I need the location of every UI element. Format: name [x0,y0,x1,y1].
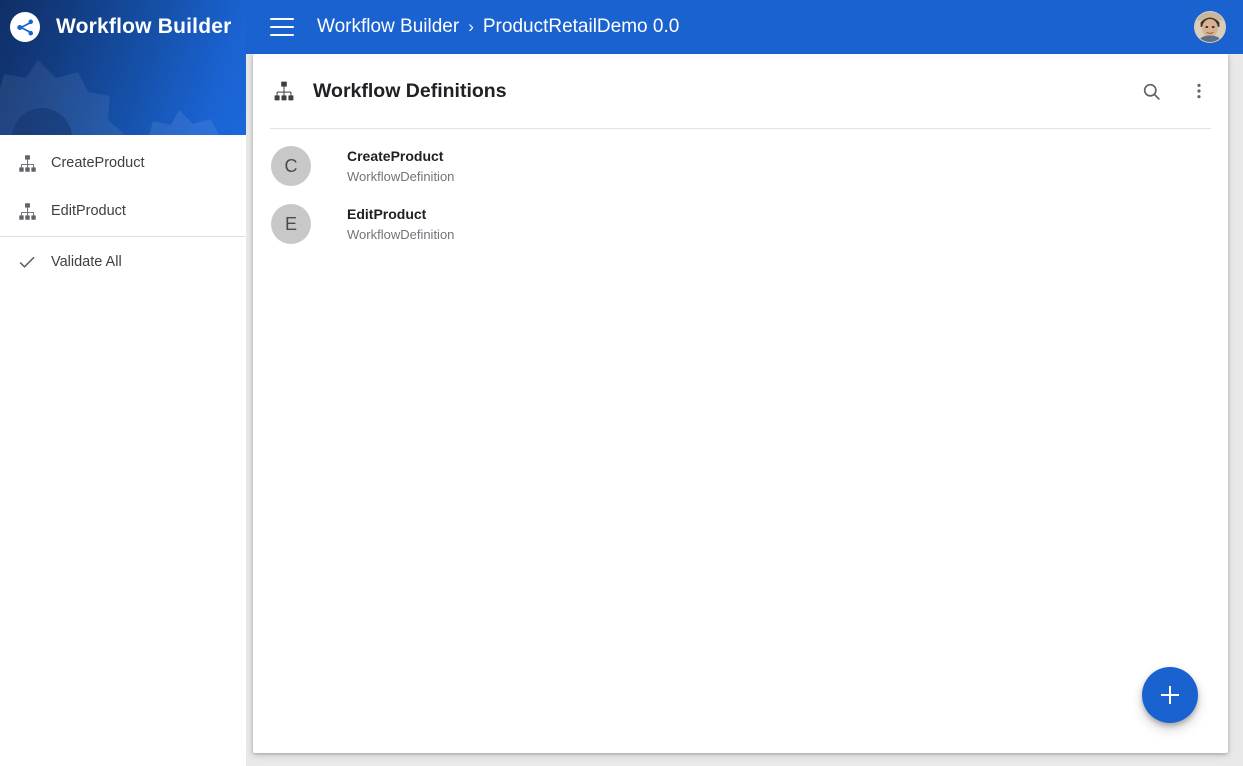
breadcrumb-current[interactable]: ProductRetailDemo 0.0 [483,16,679,38]
sidebar-item-editproduct[interactable]: EditProduct [0,187,246,235]
sidebar-item-label: CreateProduct [51,155,145,171]
content-area: Workflow Definitions [246,54,1243,766]
share-network-icon [15,17,36,38]
account-tree-icon [15,151,39,175]
breadcrumb-separator-icon: › [468,17,474,37]
avatar[interactable] [1194,11,1226,43]
check-icon [15,250,39,274]
sidebar-item-createproduct[interactable]: CreateProduct [0,139,246,187]
plus-icon [1160,685,1180,705]
sidebar-item-validate-all[interactable]: Validate All [0,238,246,286]
workflow-definitions-card: Workflow Definitions [253,54,1228,753]
list-item-text: EditProduct WorkflowDefinition [347,205,454,244]
more-vert-icon [1189,81,1209,101]
sidebar-header: Workflow Builder [0,0,246,135]
add-workflow-fab[interactable] [1142,667,1198,723]
card-actions [1139,79,1211,103]
brand-logo [10,12,40,42]
list-item-primary: CreateProduct [347,147,454,166]
sidebar-item-label: Validate All [51,254,122,270]
search-button[interactable] [1139,79,1163,103]
sidebar-item-label: EditProduct [51,203,126,219]
more-options-button[interactable] [1187,79,1211,103]
sidebar-divider [0,236,246,237]
list-item-secondary: WorkflowDefinition [347,167,454,186]
cog-decoration-secondary-icon [104,96,246,135]
list-item-text: CreateProduct WorkflowDefinition [347,147,454,186]
avatar: C [271,146,311,186]
list-item[interactable]: C CreateProduct WorkflowDefinition [253,137,1228,195]
workflow-definitions-list: C CreateProduct WorkflowDefinition E Edi… [253,129,1228,253]
avatar: E [271,204,311,244]
sidebar: Workflow Builder [0,0,246,766]
list-item-secondary: WorkflowDefinition [347,225,454,244]
brand[interactable]: Workflow Builder [0,0,232,54]
app-root: Workflow Builder [0,0,1243,766]
page-title: Workflow Definitions [313,80,507,103]
hamburger-menu-icon[interactable] [270,18,294,36]
list-item-primary: EditProduct [347,205,454,224]
top-app-bar: Workflow Builder › ProductRetailDemo 0.0 [246,0,1243,54]
list-item[interactable]: E EditProduct WorkflowDefinition [253,195,1228,253]
user-avatar-photo [1195,12,1225,42]
sidebar-nav: CreateProduct EditPr [0,135,246,286]
account-tree-icon [15,199,39,223]
breadcrumb-root[interactable]: Workflow Builder [317,16,459,38]
account-tree-icon [271,78,297,104]
search-icon [1141,81,1162,102]
brand-title: Workflow Builder [56,15,232,39]
breadcrumb: Workflow Builder › ProductRetailDemo 0.0 [317,16,679,38]
card-header: Workflow Definitions [253,54,1228,128]
